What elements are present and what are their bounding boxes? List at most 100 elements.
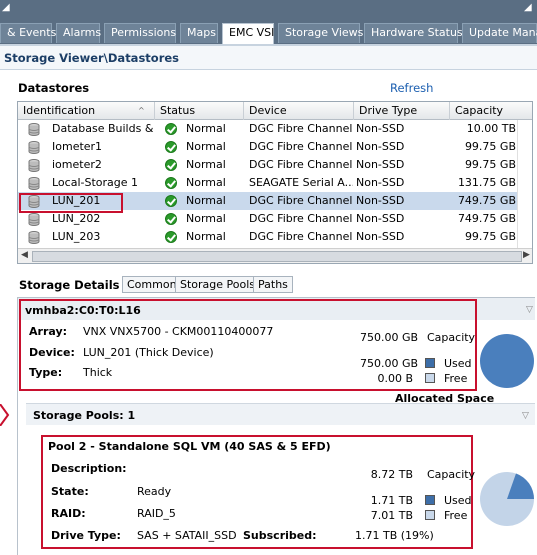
breadcrumb: Storage Viewer\Datastores [4, 51, 180, 65]
breadcrumb-bar: Storage Viewer\Datastores [0, 44, 537, 70]
cell-capacity: 131.75 GB [457, 176, 516, 189]
cell-device: DGC Fibre Channel... [249, 230, 353, 243]
cell-capacity: 99.75 GB [464, 230, 516, 243]
storage-pools-label: Storage Pools: 1 [33, 409, 136, 422]
highlight-box-lun201 [19, 193, 123, 213]
datastore-icon [28, 141, 40, 154]
pool-name: Pool 2 - Standalone SQL VM (40 SAS & 5 E… [48, 440, 331, 453]
pool-used-label: Used [444, 494, 472, 507]
cell-device: SEAGATE Serial A... [249, 176, 353, 189]
datastores-title: Datastores [18, 81, 90, 95]
collapse-icon[interactable]: ▽ [526, 305, 533, 315]
status-ok-icon [165, 213, 177, 225]
datastore-icon [28, 159, 40, 172]
cell-status: Normal [186, 212, 226, 225]
tab-maps[interactable]: Maps [180, 23, 218, 43]
cell-status: Normal [186, 158, 226, 171]
tab-emc-vsi[interactable]: EMC VSI [222, 23, 274, 44]
storage-details-label: Storage Details [19, 278, 120, 292]
scrollbar-thumb[interactable] [32, 251, 522, 262]
datastore-icon [28, 213, 40, 226]
cell-capacity: 99.75 GB [464, 140, 516, 153]
sort-ascending-icon: ^ [138, 106, 145, 115]
storage-pools-button[interactable]: Storage Pools [175, 276, 261, 293]
window-edge-icon: ◢ [524, 2, 532, 13]
lun-free-value: 0.00 B [377, 372, 413, 385]
drive-type-value: SAS + SATAII_SSD [137, 529, 237, 542]
datastore-icon [28, 231, 40, 244]
cell-status: Normal [186, 230, 226, 243]
vertical-scrollbar[interactable] [517, 120, 532, 248]
tab-strip: ◢ ◢ & Events Alarms Permissions Maps EMC VSI… [0, 0, 537, 44]
pool-allocation-pie [480, 472, 534, 526]
column-header-device[interactable]: Device [244, 102, 354, 120]
paths-button[interactable]: Paths [253, 276, 293, 293]
cell-drive-type: Non-SSD [356, 194, 405, 207]
table-row[interactable]: Local-Storage 1 Normal SEAGATE Serial A...… [18, 174, 532, 192]
lun-used-label: Used [444, 357, 472, 370]
array-value: VNX VNX5700 - CKM00110400077 [83, 325, 274, 338]
table-row[interactable]: Database Builds &... Normal DGC Fibre Chan… [18, 120, 532, 138]
cell-capacity: 749.75 GB [457, 212, 516, 225]
device-label: Device: [29, 346, 75, 359]
table-row[interactable]: LUN_203 Normal DGC Fibre Channel... Non-SSD… [18, 228, 532, 246]
device-value: LUN_201 (Thick Device) [83, 346, 214, 359]
tab-events[interactable]: & Events [0, 23, 56, 43]
lun-path: vmhba2:C0:T0:L16 [25, 304, 141, 317]
status-ok-icon [165, 141, 177, 153]
raid-label: RAID: [51, 507, 86, 520]
lun-capacity-value: 750.00 GB [360, 331, 419, 344]
cell-status: Normal [186, 176, 226, 189]
refresh-link[interactable]: Refresh [390, 81, 433, 95]
pool-capacity-value: 8.72 TB [370, 468, 413, 481]
column-header-label: Identification [23, 104, 96, 117]
common-button[interactable]: Common [122, 276, 182, 293]
tab-storage-views[interactable]: Storage Views [278, 23, 363, 43]
state-value: Ready [137, 485, 172, 498]
cell-capacity: 99.75 GB [464, 158, 516, 171]
callout-arrow-icon [0, 404, 10, 426]
subscribed-label: Subscribed: [243, 529, 317, 542]
horizontal-scrollbar[interactable]: ◀ ▶ [18, 248, 532, 263]
cell-device: DGC Fibre Channel... [249, 194, 353, 207]
lun-free-label: Free [444, 372, 468, 385]
cell-capacity: 10.00 TB [466, 122, 516, 135]
cell-identification: Iometer1 [52, 140, 103, 153]
tab-alarms[interactable]: Alarms [56, 23, 101, 43]
status-ok-icon [165, 123, 177, 135]
description-label: Description: [51, 462, 127, 475]
free-legend-swatch [425, 373, 435, 383]
column-header-identification[interactable]: Identification ^ [18, 102, 155, 120]
tab-hardware-status[interactable]: Hardware Status [364, 23, 463, 43]
type-value: Thick [83, 366, 113, 379]
cell-status: Normal [186, 140, 226, 153]
cell-drive-type: Non-SSD [356, 140, 405, 153]
datastores-table: Identification ^ Status Device Drive Typ… [17, 101, 533, 264]
scroll-right-icon[interactable]: ▶ [523, 250, 530, 260]
cell-drive-type: Non-SSD [356, 122, 405, 135]
cell-status: Normal [186, 122, 226, 135]
cell-capacity: 749.75 GB [457, 194, 516, 207]
cell-identification: iometer2 [52, 158, 102, 171]
collapse-icon[interactable]: ▽ [522, 411, 529, 421]
cell-device: DGC Fibre Channel... [249, 140, 353, 153]
free-legend-swatch [425, 510, 435, 520]
subscribed-value: 1.71 TB (19%) [355, 529, 434, 542]
window-edge-icon: ◢ [2, 2, 10, 13]
table-row[interactable]: Iometer1 Normal DGC Fibre Channel... Non-SS… [18, 138, 532, 156]
lun-used-value: 750.00 GB [360, 357, 419, 370]
tab-permissions[interactable]: Permissions [104, 23, 176, 43]
status-ok-icon [165, 177, 177, 189]
pool-free-value: 7.01 TB [370, 509, 413, 522]
cell-drive-type: Non-SSD [356, 212, 405, 225]
column-header-drive-type[interactable]: Drive Type [354, 102, 450, 120]
table-row[interactable]: iometer2 Normal DGC Fibre Channel... Non-SS… [18, 156, 532, 174]
state-label: State: [51, 485, 89, 498]
scroll-left-icon[interactable]: ◀ [21, 250, 28, 260]
pie-used-slice [480, 334, 534, 388]
column-header-label: Device [249, 104, 287, 117]
column-header-status[interactable]: Status [155, 102, 244, 120]
tab-update-manag[interactable]: Update Manag [462, 23, 537, 43]
column-header-label: Status [160, 104, 196, 117]
column-header-capacity[interactable]: Capacity [450, 102, 532, 120]
